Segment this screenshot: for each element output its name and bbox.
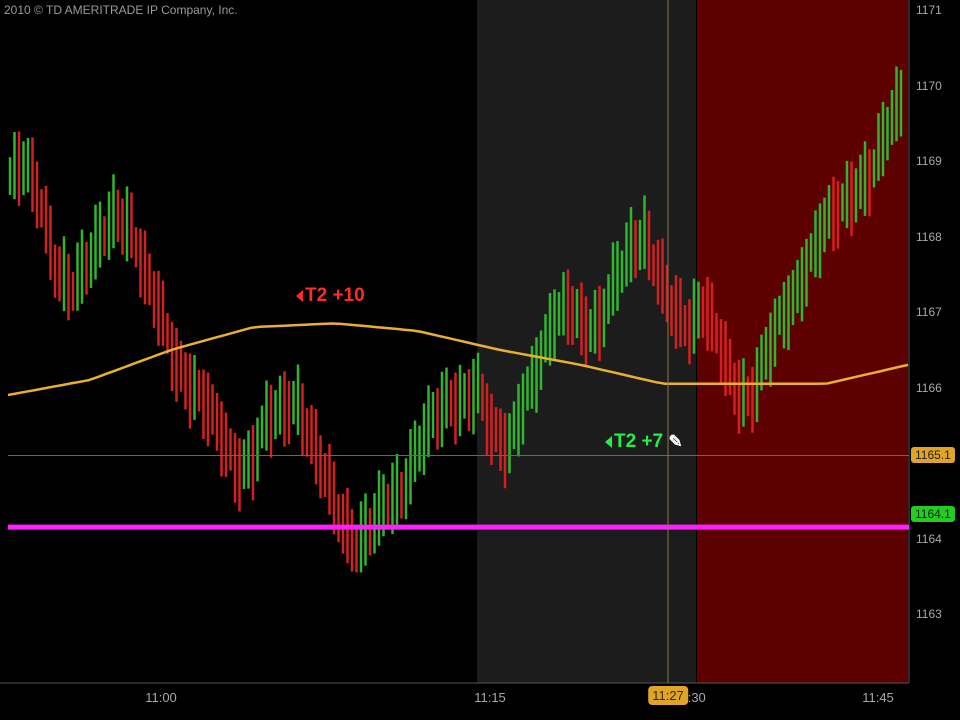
y-tick-label: 1164 — [916, 532, 942, 546]
triangle-left-icon — [296, 289, 303, 302]
y-tick-label: 1170 — [916, 79, 942, 93]
x-tick-label: 11:00 — [145, 690, 177, 705]
y-tick-label: 1169 — [916, 154, 942, 168]
annotation-t2-10[interactable]: T2 +10 — [296, 285, 365, 307]
x-tick-label: 11:15 — [474, 690, 506, 705]
crosshair-price-badge: 1165.1 — [911, 447, 955, 463]
annotation-text: T2 +10 — [305, 285, 365, 306]
annotation-text: T2 +7 — [614, 431, 664, 452]
copyright-text: 2010 © TD AMERITRADE IP Company, Inc. — [4, 3, 238, 17]
y-tick-label: 1167 — [916, 305, 942, 319]
triangle-left-icon — [605, 435, 612, 448]
x-tick-label: 11:45 — [862, 690, 894, 705]
red-zone — [697, 0, 908, 683]
y-tick-label: 1166 — [916, 381, 942, 395]
y-tick-label: 1168 — [916, 230, 942, 244]
y-tick-label: 1171 — [916, 3, 942, 17]
y-tick-label: 1163 — [916, 607, 942, 621]
level-price-badge: 1164.1 — [911, 506, 955, 522]
crosshair-time-badge: 11:27 — [648, 686, 688, 705]
annotation-t2-7[interactable]: T2 +7 ✎ — [605, 431, 683, 453]
price-chart[interactable] — [0, 0, 960, 720]
pencil-icon: ✎ — [668, 432, 683, 451]
